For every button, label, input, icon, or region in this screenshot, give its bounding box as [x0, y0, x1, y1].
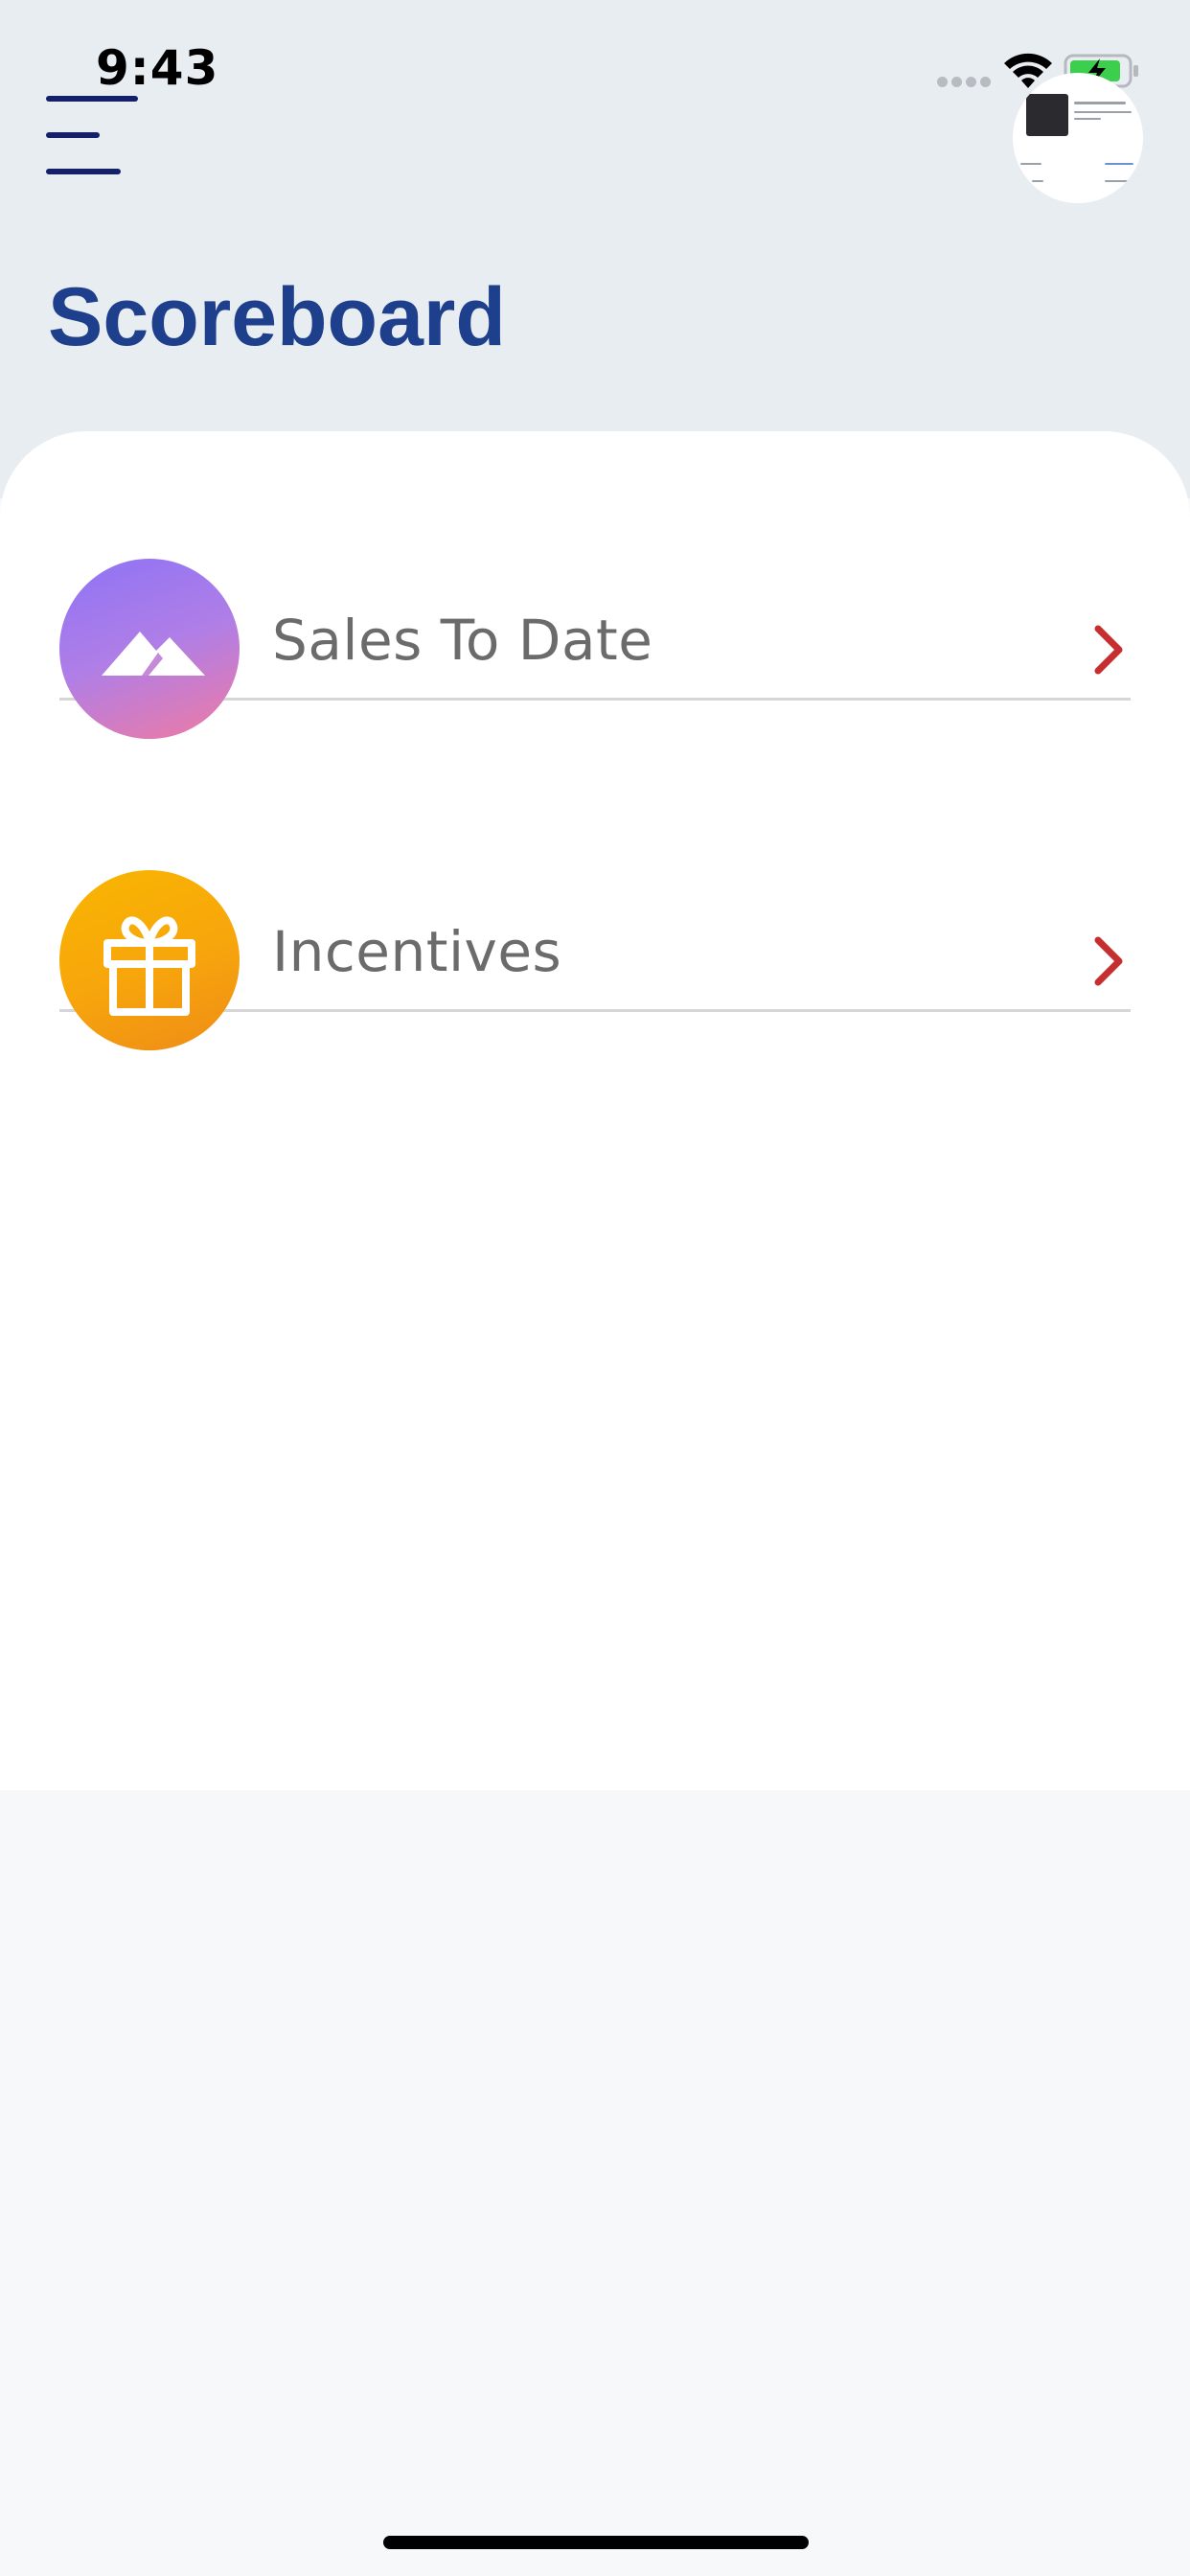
avatar-detail — [1105, 163, 1133, 165]
signal-icon — [937, 77, 991, 88]
home-indicator[interactable] — [383, 2536, 809, 2549]
chevron-right-icon — [1094, 625, 1123, 675]
profile-avatar[interactable] — [1013, 73, 1143, 203]
menu-item-label: Sales To Date — [272, 608, 653, 673]
content-card: Sales To Date Incentives — [0, 431, 1190, 1790]
avatar-detail — [1074, 111, 1132, 113]
menu-item-label: Incentives — [272, 919, 562, 984]
avatar-detail — [1032, 180, 1043, 182]
avatar-detail — [1074, 118, 1101, 120]
hamburger-menu-icon — [46, 96, 138, 102]
hamburger-menu-icon-bar — [46, 132, 100, 138]
mountain-icon — [59, 559, 240, 739]
menu-button[interactable] — [46, 96, 138, 176]
gift-icon — [59, 870, 240, 1050]
status-time: 9:43 — [96, 40, 219, 96]
avatar-detail — [1074, 102, 1126, 104]
avatar-detail — [1105, 180, 1128, 182]
avatar-thumbnail — [1026, 94, 1068, 136]
menu-item-incentives[interactable]: Incentives — [59, 827, 1131, 1050]
menu-item-sales-to-date[interactable]: Sales To Date — [59, 516, 1131, 739]
avatar-detail — [1020, 163, 1041, 165]
page-title: Scoreboard — [48, 271, 506, 363]
hamburger-menu-icon-bar — [46, 169, 121, 174]
chevron-right-icon — [1094, 936, 1123, 986]
